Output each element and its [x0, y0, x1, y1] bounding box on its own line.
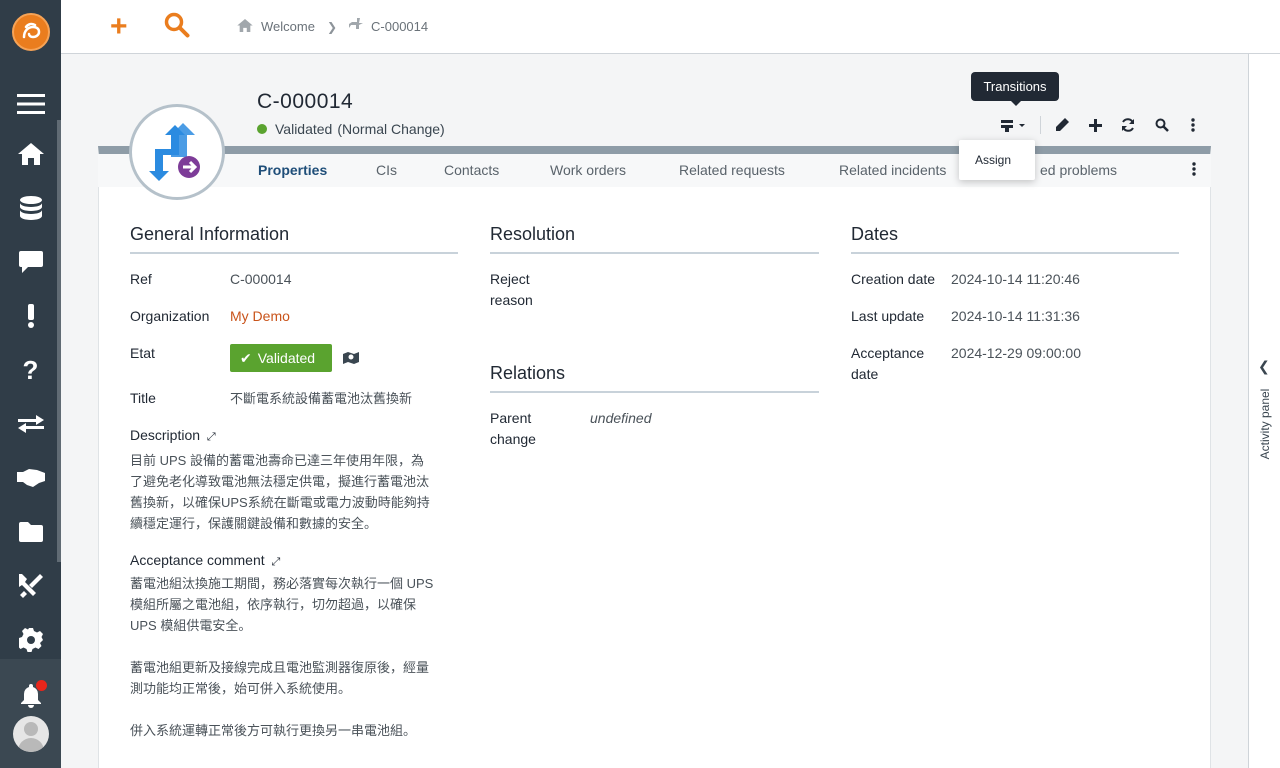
change-object-icon: [129, 104, 225, 200]
status-badge: ✔ Validated: [230, 344, 332, 372]
expand-icon[interactable]: ⤢: [207, 431, 216, 443]
relations-title: Relations: [490, 363, 566, 383]
general-info-title: General Information: [130, 224, 290, 244]
tab-work-orders[interactable]: Work orders: [550, 162, 626, 178]
notifications-icon[interactable]: [0, 676, 61, 716]
parent-change-label: Parent change: [490, 410, 536, 447]
menu-icon[interactable]: [0, 84, 61, 124]
avatar[interactable]: [13, 716, 49, 752]
left-navigation: ?: [0, 0, 61, 768]
home-icon: [237, 18, 253, 35]
tab-related-problems[interactable]: ed problems: [1040, 162, 1117, 178]
transitions-button[interactable]: [996, 114, 1030, 136]
last-update-value: 2024-10-14 11:31:36: [951, 308, 1080, 324]
activity-panel-label[interactable]: Activity panel: [1258, 389, 1272, 460]
handshake-icon[interactable]: [0, 458, 61, 498]
acceptance-comment-label: Acceptance comment ⤢: [130, 552, 281, 568]
top-bar: + Welcome ❯ C-000014: [61, 0, 1280, 54]
section-divider: [490, 391, 819, 393]
section-divider: [490, 252, 819, 254]
settings-icon[interactable]: [0, 620, 61, 660]
description-label: Description ⤢: [130, 427, 216, 443]
chevron-left-icon[interactable]: ❮: [1258, 358, 1270, 375]
tab-contacts[interactable]: Contacts: [444, 162, 499, 178]
breadcrumb-current[interactable]: C-000014: [371, 19, 428, 34]
chat-icon[interactable]: [0, 242, 61, 282]
refresh-icon[interactable]: [1117, 114, 1139, 136]
acceptance-date-label: Acceptance date: [851, 345, 925, 382]
edit-icon[interactable]: [1051, 114, 1073, 136]
organization-link[interactable]: My Demo: [230, 306, 290, 327]
etat-label: Etat: [130, 345, 155, 361]
acceptance-date-value: 2024-12-29 09:00:00: [951, 345, 1081, 361]
change-object-icon: [349, 18, 364, 35]
transitions-dropdown: Assign: [959, 140, 1035, 180]
folder-icon[interactable]: [0, 512, 61, 552]
search-icon[interactable]: [164, 12, 190, 43]
last-update-label: Last update: [851, 308, 925, 324]
lifecycle-map-icon[interactable]: [343, 351, 359, 370]
section-divider: [851, 252, 1179, 254]
expand-icon[interactable]: ⤢: [272, 556, 281, 568]
help-icon[interactable]: ?: [0, 350, 61, 390]
check-icon: ✔: [240, 349, 252, 366]
more-vertical-icon[interactable]: [1182, 114, 1204, 136]
page-title: C-000014: [257, 90, 354, 113]
status-text: Validated: [275, 121, 333, 137]
search-icon[interactable]: [1151, 114, 1173, 136]
more-vertical-icon[interactable]: [1192, 162, 1196, 181]
breadcrumb: Welcome ❯ C-000014: [237, 18, 428, 35]
app-logo[interactable]: [12, 13, 50, 51]
object-toolbar: [996, 114, 1204, 136]
resolution-title: Resolution: [490, 224, 576, 244]
toolbar-divider: [1040, 116, 1041, 134]
dates-title: Dates: [851, 224, 899, 244]
status-line: Validated (Normal Change): [257, 121, 445, 137]
home-icon[interactable]: [0, 134, 61, 174]
section-divider: [130, 252, 458, 254]
creation-date-label: Creation date: [851, 271, 936, 287]
incident-icon[interactable]: [0, 296, 61, 336]
transitions-tooltip: Transitions: [971, 72, 1059, 106]
chevron-right-icon: ❯: [326, 19, 338, 34]
parent-change-value: undefined: [590, 410, 652, 426]
status-dot: [257, 124, 267, 134]
reject-reason-label: Reject reason: [490, 271, 533, 308]
tab-properties[interactable]: Properties: [258, 162, 327, 178]
creation-date-value: 2024-10-14 11:20:46: [951, 271, 1080, 287]
tab-related-requests[interactable]: Related requests: [679, 162, 785, 178]
add-icon[interactable]: [1084, 114, 1106, 136]
status-subtype: (Normal Change): [337, 121, 445, 137]
description-text: 目前 UPS 設備的蓄電池壽命已達三年使用年限，為 了避免老化導致電池無法穩定供…: [130, 453, 430, 531]
organization-label: Organization: [130, 308, 210, 324]
tab-related-incidents[interactable]: Related incidents: [839, 162, 946, 178]
assign-menu-item[interactable]: Assign: [975, 153, 1011, 167]
tab-cis[interactable]: CIs: [376, 162, 397, 178]
acceptance-comment-text: 蓄電池組汰換施工期間，務必落實每次執行一個 UPS 模組所屬之電池組，依序執行，…: [130, 576, 434, 738]
notification-badge: [36, 680, 47, 691]
breadcrumb-home[interactable]: Welcome: [261, 19, 315, 34]
tools-icon[interactable]: [0, 566, 61, 606]
change-icon[interactable]: [0, 404, 61, 444]
ref-value: C-000014: [230, 271, 292, 287]
ref-label: Ref: [130, 271, 152, 287]
database-icon[interactable]: [0, 188, 61, 228]
title-value: 不斷電系統設備蓄電池汰舊換新: [230, 391, 413, 406]
title-label: Title: [130, 390, 156, 406]
logo-icon: [22, 22, 41, 39]
add-icon[interactable]: +: [110, 12, 128, 42]
